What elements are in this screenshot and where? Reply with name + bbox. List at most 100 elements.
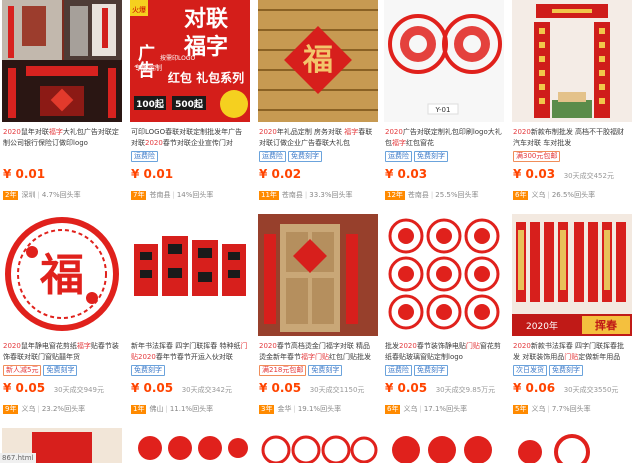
shop-location: 深圳 <box>21 191 36 199</box>
product-title[interactable]: 新年书法挥春 四字门联挥春 特种纸门贴2020春年节春节开运入伙对联 <box>131 341 249 363</box>
product-image[interactable] <box>258 428 378 463</box>
badge-list: 免费刻字 <box>131 365 167 377</box>
service-badge: 免费刻字 <box>43 365 78 376</box>
title-keyword: 2020 <box>259 342 277 350</box>
title-text: 2020新款布制批发 高档不干胶福财汽车对联 车对批发 <box>513 128 624 147</box>
shop-location: 佛山 <box>149 405 164 413</box>
product-image[interactable]: 福 <box>258 0 378 122</box>
title-keyword: 福字门贴 <box>301 353 329 361</box>
price: ¥ 0.05 <box>3 381 46 395</box>
product-image[interactable]: 火爆 广告 对联 福字 红包 礼包系列 按需印LOGO 专版定制 100起 50… <box>130 0 250 122</box>
title-keyword: 2020 <box>385 128 403 136</box>
product-title[interactable]: 2020鼠年静电窗花剪纸福字贴春节装饰春联对联门窗贴囍年货 <box>3 341 121 363</box>
title-text: 2020鼠年静电窗花剪纸福字贴春节装饰春联对联门窗贴囍年货 <box>3 342 119 361</box>
badge-list: 满218元包邮 免费刻字 <box>259 365 344 377</box>
title-keyword: 2020 <box>138 353 156 361</box>
title-fragment: 年礼品定制 房务对联 <box>276 128 345 136</box>
shop-years-badge: 1年 <box>131 405 147 414</box>
shop-years-badge: 2年 <box>3 191 19 200</box>
product-image[interactable] <box>130 428 250 463</box>
product-image[interactable]: 2020年 挥春 <box>512 214 632 336</box>
shop-years-badge: 3年 <box>259 405 275 414</box>
title-fragment: 定做新年用品 <box>578 353 621 361</box>
repeat-rate: 4.7%回头率 <box>41 191 81 199</box>
sales-count: 30天成交1150元 <box>309 386 365 394</box>
product-title[interactable]: 2020年礼品定制 房务对联 福字春联对联订做企业广告春联大礼包 <box>259 127 377 149</box>
ad-price2: 500起 <box>175 98 204 110</box>
product-image[interactable] <box>2 0 122 122</box>
shop-location: 苍南县 <box>281 191 303 199</box>
product-image[interactable] <box>258 214 378 336</box>
fu-character: 福 <box>302 43 333 78</box>
service-badge: 运费险 <box>131 151 158 162</box>
price: ¥ 0.05 <box>259 381 302 395</box>
product-image[interactable]: Y-01 <box>384 0 504 122</box>
huichun-label: 挥春 <box>595 318 618 332</box>
repeat-rate: 25.5%回头率 <box>435 191 479 199</box>
product-image[interactable] <box>512 0 632 122</box>
sales-count: 30天成交9.85万元 <box>435 386 496 394</box>
title-keyword: 2020 <box>3 128 21 136</box>
badge-list: 运费险 免费刻字 <box>385 151 450 163</box>
ad-price1: 100起 <box>136 98 165 110</box>
title-fragment: 鼠年静电窗花剪纸 <box>20 342 77 350</box>
price: ¥ 0.06 <box>513 381 556 395</box>
model-label: Y-01 <box>435 106 451 114</box>
repeat-rate: 11.1%回头率 <box>169 405 214 413</box>
product-image[interactable] <box>512 428 632 463</box>
title-fragment: 批发 <box>385 342 399 350</box>
title-keyword: 2020 <box>513 342 531 350</box>
product-image[interactable]: 福 <box>2 214 122 336</box>
shop-location: 义乌 <box>531 405 546 413</box>
shop-info[interactable]: 2年 深圳 | 4.7%回头率 <box>3 190 81 200</box>
product-title[interactable]: 2020鼠年对联福字大礼包广告对联定制公司银行保险订做印logo <box>3 127 121 149</box>
title-text: 2020广告对联定制礼包印刷logo大礼包福字红包窗花 <box>385 128 502 147</box>
shop-location: 苍南县 <box>407 191 429 199</box>
shop-info[interactable]: 12年 苍南县 | 25.5%回头率 <box>385 190 479 200</box>
service-badge: 免费刻字 <box>414 365 448 376</box>
service-badge: 免费刻字 <box>288 151 322 162</box>
ad-badge-text: 专版定制 <box>134 63 162 72</box>
shop-years-badge: 6年 <box>385 405 401 414</box>
shop-years-badge: 11年 <box>259 191 279 200</box>
product-title[interactable]: 2020春节高档烫金门福字对联 精品烫金新年春节福字门贴红包门贴批发 <box>259 341 377 363</box>
repeat-rate: 26.5%回头率 <box>551 191 596 199</box>
price-row: ¥ 0.05 30天成交949元 <box>3 381 104 395</box>
service-badge: 运费险 <box>385 365 412 376</box>
shop-info[interactable]: 5年 义乌 | 7.7%回头率 <box>513 404 591 414</box>
price: ¥ 0.01 <box>3 167 46 181</box>
fu-character: 福 <box>39 250 84 301</box>
price-row: ¥ 0.01 <box>131 167 179 181</box>
badge-list: 新人减5元 免费刻字 <box>3 365 79 377</box>
price-row: ¥ 0.05 30天成交1150元 <box>259 381 364 395</box>
shop-location: 义乌 <box>21 405 36 413</box>
repeat-rate: 33.3%回头率 <box>309 191 353 199</box>
shop-years-badge: 9年 <box>3 405 19 414</box>
shop-info[interactable]: 6年 义乌 | 26.5%回头率 <box>513 190 595 200</box>
repeat-rate: 14%回头率 <box>176 191 214 199</box>
product-image[interactable] <box>384 214 504 336</box>
shop-info[interactable]: 1年 佛山 | 11.1%回头率 <box>131 404 213 414</box>
repeat-rate: 19.1%回头率 <box>297 405 342 413</box>
shop-info[interactable]: 9年 义乌 | 23.2%回头率 <box>3 404 85 414</box>
price-row: ¥ 0.05 30天成交342元 <box>131 381 232 395</box>
shop-info[interactable]: 11年 苍南县 | 33.3%回头率 <box>259 190 353 200</box>
product-title[interactable]: 批发2020春节装饰静电贴门贴窗花剪纸春贴玻璃窗贴定制logo <box>385 341 503 363</box>
badge-list: 次日发货 免费刻字 <box>513 365 585 377</box>
price-row: ¥ 0.03 <box>385 167 433 181</box>
shop-info[interactable]: 3年 金华 | 19.1%回头率 <box>259 404 341 414</box>
shop-info[interactable]: 7年 苍南县 | 14%回头率 <box>131 190 213 200</box>
product-title[interactable]: 2020新款布制批发 高档不干胶福财汽车对联 车对批发 <box>513 127 631 149</box>
product-title[interactable]: 2020广告对联定制礼包印刷logo大礼包福字红包窗花 <box>385 127 503 149</box>
price-row: ¥ 0.06 30天成交3550元 <box>513 381 618 395</box>
service-badge: 新人减5元 <box>3 365 42 376</box>
title-keyword: 2020 <box>513 128 531 136</box>
shop-info[interactable]: 6年 义乌 | 17.1%回头率 <box>385 404 467 414</box>
shop-location: 义乌 <box>403 405 418 413</box>
product-image[interactable] <box>384 428 504 463</box>
service-badge: 满300元包邮 <box>513 151 561 162</box>
product-title[interactable]: 可印LOGO春联对联定制批发年广告对联2020春节对联企业宣传门对 <box>131 127 249 149</box>
product-title[interactable]: 2020新款书法挥春 四字门联挥春批发 对联装饰用品门贴定做新年用品 <box>513 341 631 363</box>
ad-line1: 对联 <box>184 7 228 32</box>
product-image[interactable] <box>130 214 250 336</box>
